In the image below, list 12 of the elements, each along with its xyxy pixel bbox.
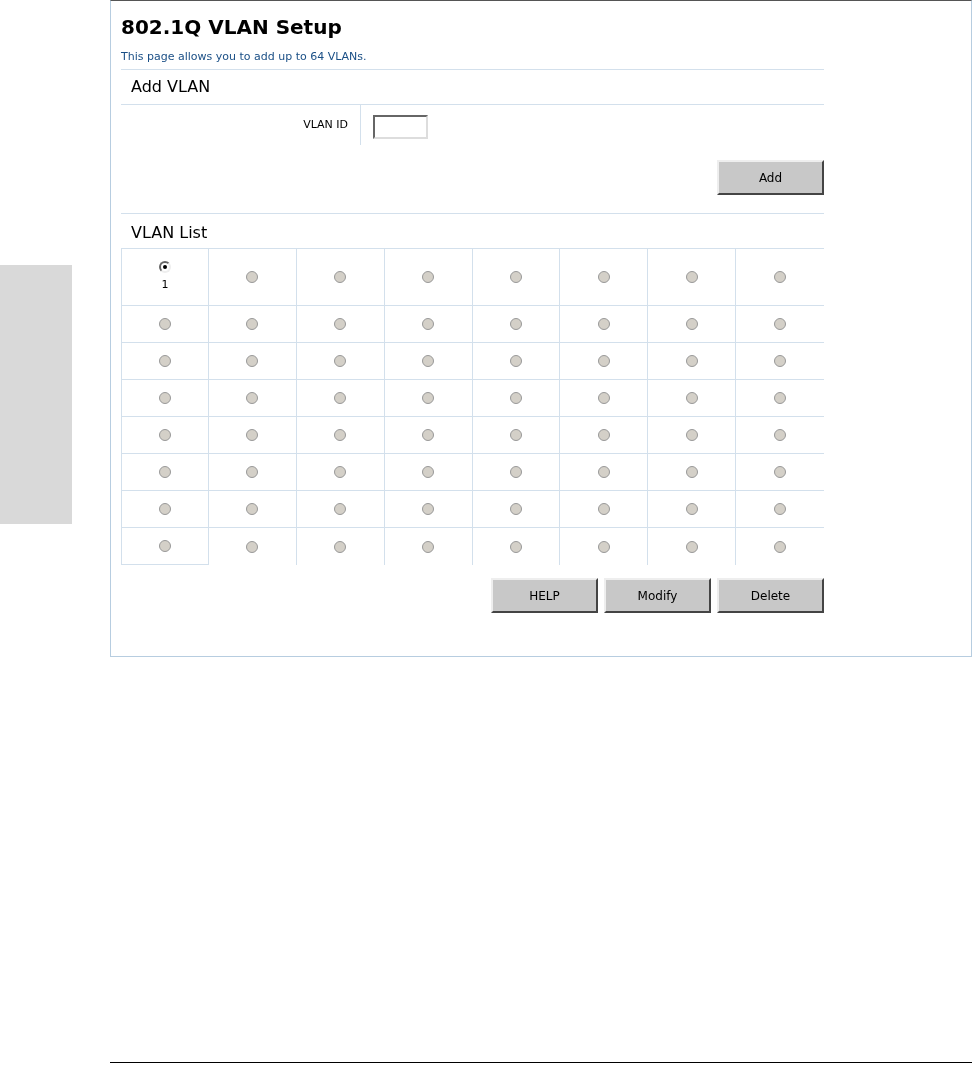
page-description: This page allows you to add up to 64 VLANs. <box>121 49 368 65</box>
add-button[interactable]: Add <box>717 160 824 195</box>
section-heading: VLAN List <box>121 214 824 249</box>
action-button[interactable]: Delete <box>717 578 824 613</box>
page-title: 802.1Q VLAN Setup <box>121 14 343 41</box>
vlan-number: 1 <box>161 276 169 293</box>
action-button[interactable]: Modify <box>604 578 711 613</box>
field-label: VLAN ID <box>302 117 349 133</box>
section-heading: Add VLAN <box>121 70 824 105</box>
radio-button[interactable] <box>158 260 171 273</box>
vlan-id-field[interactable] <box>373 114 428 139</box>
action-button[interactable]: HELP <box>491 578 598 613</box>
